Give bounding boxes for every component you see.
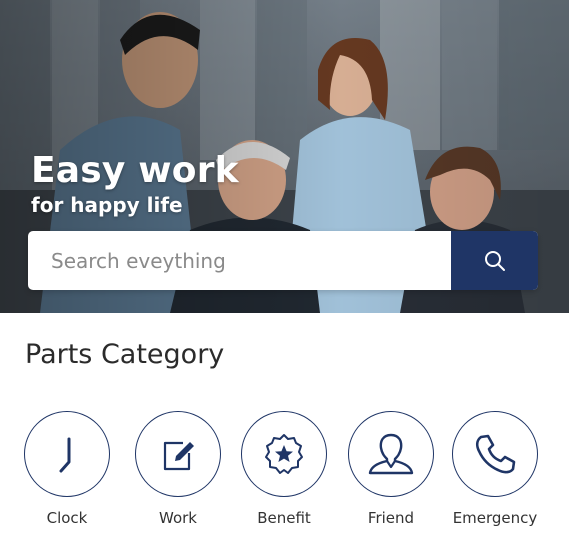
- phone-icon: [475, 434, 516, 474]
- category-icon-circle: [348, 411, 434, 497]
- hero-banner: Easy work for happy life: [0, 0, 569, 313]
- category-label: Benefit: [257, 509, 311, 527]
- category-label: Work: [159, 509, 197, 527]
- category-label: Emergency: [452, 509, 538, 527]
- person-icon: [368, 433, 414, 475]
- category-icon-circle: [135, 411, 221, 497]
- category-benefit[interactable]: Benefit: [240, 411, 328, 541]
- search-button[interactable]: [451, 231, 538, 290]
- clock-icon: [59, 437, 71, 473]
- hero-title: Easy work: [31, 150, 239, 191]
- category-friend[interactable]: Friend: [347, 411, 435, 541]
- category-work[interactable]: Work: [134, 411, 222, 541]
- section-title: Parts Category: [25, 339, 225, 370]
- search-bar: [28, 231, 538, 290]
- search-icon: [484, 250, 505, 271]
- category-emergency[interactable]: Emergency: [451, 411, 539, 541]
- hero-subtitle: for happy life: [31, 193, 183, 217]
- search-input[interactable]: [28, 231, 451, 290]
- category-icon-circle: [452, 411, 538, 497]
- category-label: Clock: [46, 509, 88, 527]
- category-label: Friend: [367, 509, 415, 527]
- category-clock[interactable]: Clock: [23, 411, 111, 541]
- category-icon-circle: [24, 411, 110, 497]
- edit-icon: [163, 441, 194, 471]
- category-icon-circle: [241, 411, 327, 497]
- star-badge-icon: [265, 434, 303, 474]
